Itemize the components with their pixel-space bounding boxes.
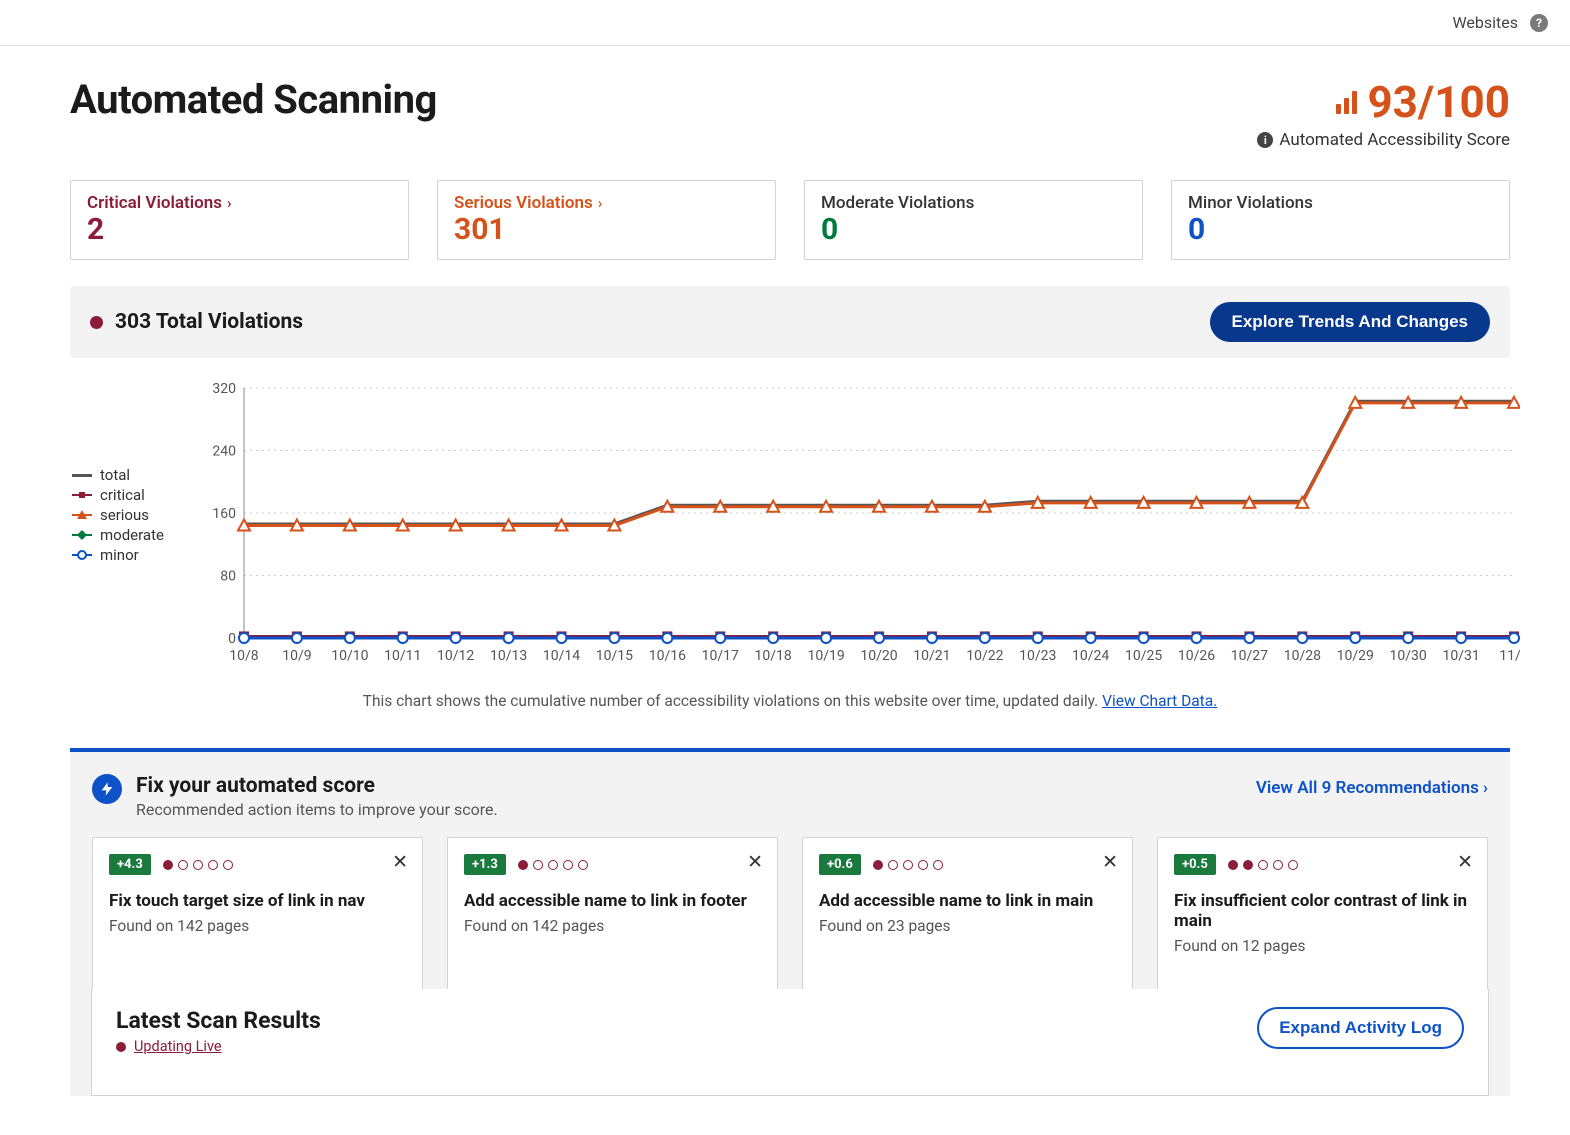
violation-dot-icon [90,316,103,329]
reco-card-title: Add accessible name to link in main [819,891,1116,911]
close-icon[interactable]: ✕ [1457,852,1473,871]
score-label: i Automated Accessibility Score [1257,130,1510,150]
page-title: Automated Scanning [70,76,437,123]
svg-text:11/1: 11/1 [1499,648,1520,664]
svg-text:10/25: 10/25 [1125,648,1162,664]
help-icon[interactable]: ? [1530,14,1548,32]
reco-subtitle: Recommended action items to improve your… [136,800,498,819]
reco-card[interactable]: +1.3 ✕ Add accessible name to link in fo… [447,837,778,990]
view-chart-data-link[interactable]: View Chart Data. [1102,692,1217,710]
reco-card-title: Fix insufficient color contrast of link … [1174,891,1471,931]
close-icon[interactable]: ✕ [392,852,408,871]
reco-card[interactable]: +4.3 ✕ Fix touch target size of link in … [92,837,423,990]
svg-text:10/13: 10/13 [490,648,527,664]
close-icon[interactable]: ✕ [747,852,763,871]
svg-text:10/8: 10/8 [229,648,259,664]
svg-text:10/28: 10/28 [1284,648,1321,664]
severity-dots [1228,860,1298,870]
svg-text:10/29: 10/29 [1337,648,1374,664]
svg-text:10/21: 10/21 [913,648,950,664]
updating-live-link[interactable]: Updating Live [134,1038,222,1055]
latest-scan-title: Latest Scan Results [116,1007,321,1034]
svg-text:0: 0 [228,631,236,647]
view-all-recommendations-link[interactable]: View All 9 Recommendations› [1256,774,1488,798]
live-dot-icon [116,1042,126,1052]
chart-caption: This chart shows the cumulative number o… [70,692,1510,710]
svg-text:10/15: 10/15 [596,648,633,664]
reco-card-found: Found on 12 pages [1174,937,1471,955]
svg-text:160: 160 [212,506,236,522]
reco-card[interactable]: +0.6 ✕ Add accessible name to link in ma… [802,837,1133,990]
minor-count: 0 [1188,215,1493,245]
reco-card[interactable]: +0.5 ✕ Fix insufficient color contrast o… [1157,837,1488,990]
card-serious[interactable]: Serious Violations› 301 [437,180,776,260]
svg-text:10/26: 10/26 [1178,648,1215,664]
score-value: 93/100 [1257,76,1510,128]
chevron-right-icon: › [227,194,232,212]
score-impact-badge: +0.6 [819,854,861,875]
severity-dots [163,860,233,870]
svg-text:10/14: 10/14 [543,648,580,664]
nav-websites[interactable]: Websites [1452,13,1518,32]
reco-card-title: Fix touch target size of link in nav [109,891,406,911]
chevron-right-icon: › [598,194,603,212]
svg-text:10/31: 10/31 [1442,648,1479,664]
close-icon[interactable]: ✕ [1102,852,1118,871]
explore-trends-button[interactable]: Explore Trends And Changes [1210,302,1490,342]
critical-count: 2 [87,215,392,245]
info-icon[interactable]: i [1257,132,1273,148]
svg-text:10/19: 10/19 [807,648,844,664]
svg-text:10/24: 10/24 [1072,648,1109,664]
chart-legend: total critical serious moderate minor [72,378,182,678]
signal-icon [1336,91,1357,114]
serious-count: 301 [454,215,759,245]
svg-text:10/11: 10/11 [384,648,421,664]
card-moderate: Moderate Violations 0 [804,180,1143,260]
svg-text:10/10: 10/10 [331,648,368,664]
bolt-icon [92,774,122,804]
svg-text:10/16: 10/16 [649,648,686,664]
svg-text:320: 320 [212,381,236,397]
svg-text:10/27: 10/27 [1231,648,1268,664]
chevron-right-icon: › [1483,778,1488,798]
reco-card-found: Found on 23 pages [819,917,1116,935]
svg-text:10/18: 10/18 [755,648,792,664]
score-impact-badge: +4.3 [109,854,151,875]
svg-text:10/20: 10/20 [860,648,897,664]
violations-chart: 0 80 160 240 320 10/8 10/9 10/10 10/11 10/12 10/13… [200,378,1520,678]
svg-text:10/22: 10/22 [966,648,1003,664]
reco-card-found: Found on 142 pages [464,917,761,935]
svg-text:240: 240 [212,444,236,460]
svg-text:10/23: 10/23 [1019,648,1056,664]
severity-dots [873,860,943,870]
moderate-count: 0 [821,215,1126,245]
svg-text:10/17: 10/17 [702,648,739,664]
expand-activity-log-button[interactable]: Expand Activity Log [1257,1007,1464,1049]
card-critical[interactable]: Critical Violations› 2 [70,180,409,260]
svg-text:10/30: 10/30 [1390,648,1427,664]
reco-title: Fix your automated score [136,774,498,798]
svg-text:80: 80 [220,569,236,585]
card-minor: Minor Violations 0 [1171,180,1510,260]
severity-dots [518,860,588,870]
reco-card-found: Found on 142 pages [109,917,406,935]
score-impact-badge: +0.5 [1174,854,1216,875]
total-violations: 303 Total Violations [115,310,303,334]
score-impact-badge: +1.3 [464,854,506,875]
svg-text:10/12: 10/12 [437,648,474,664]
reco-card-title: Add accessible name to link in footer [464,891,761,911]
svg-text:10/9: 10/9 [282,648,311,664]
